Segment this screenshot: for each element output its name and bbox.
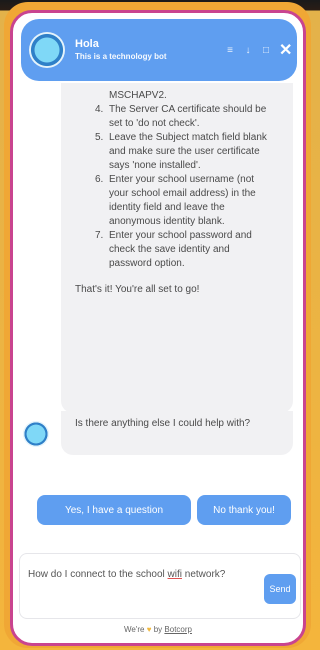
send-button[interactable]: Send <box>264 574 296 604</box>
list-item: 6. Enter your school username (not your s… <box>95 174 256 227</box>
brand-link[interactable]: Botcorp <box>164 625 192 634</box>
bot-avatar-small <box>23 421 49 447</box>
message-lead: MSCHAPV2. <box>109 90 167 101</box>
bot-avatar <box>29 32 65 68</box>
header-subtitle: This is a technology bot <box>75 51 167 61</box>
bot-message-bubble: MSCHAPV2. 4. The Server CA certificate sh… <box>61 83 293 413</box>
message-done: That's it! You're all set to go! <box>75 284 200 295</box>
download-icon[interactable]: ↓ <box>243 45 253 56</box>
quick-reply-yes-button[interactable]: Yes, I have a question <box>37 495 191 525</box>
chat-widget: Hola This is a technology bot ≡ ↓ □ ✕ MS… <box>10 10 306 646</box>
message-composer[interactable]: How do I connect to the school wifi netw… <box>19 553 301 619</box>
close-icon[interactable]: ✕ <box>279 40 292 60</box>
menu-icon[interactable]: ≡ <box>225 45 235 56</box>
header-actions: ≡ ↓ □ ✕ <box>225 40 292 60</box>
expand-icon[interactable]: □ <box>261 45 271 56</box>
list-item: 4. The Server CA certificate should be se… <box>95 104 267 129</box>
chat-header: Hola This is a technology bot ≡ ↓ □ ✕ <box>21 19 297 81</box>
quick-reply-no-button[interactable]: No thank you! <box>197 495 291 525</box>
message-input[interactable]: How do I connect to the school wifi netw… <box>28 568 248 582</box>
header-title: Hola <box>75 38 99 51</box>
list-item: 5. Leave the Subject match field blank an… <box>95 132 267 171</box>
footer: We're ♥ by Botcorp <box>124 625 192 634</box>
steps-list: 4. The Server CA certificate should be se… <box>71 103 283 271</box>
header-text: Hola This is a technology bot <box>75 38 225 62</box>
followup-bubble: Is there anything else I could help with… <box>61 411 293 455</box>
heart-icon: ♥ <box>146 625 152 634</box>
list-item: 7. Enter your school password and check t… <box>95 230 252 269</box>
